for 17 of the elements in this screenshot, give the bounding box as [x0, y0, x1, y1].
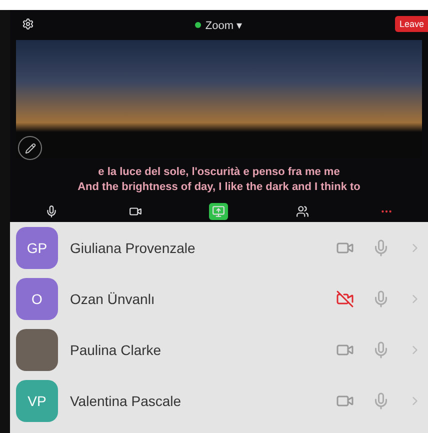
participant-name: Giuliana Provenzale	[70, 240, 196, 256]
initials-avatar: VP	[16, 380, 58, 422]
pencil-icon	[24, 142, 36, 154]
share-screen-button[interactable]	[209, 202, 228, 220]
initials-avatar: GP	[16, 226, 58, 268]
subtitle-line: e la luce del sole, l'oscurità e penso fra me me	[98, 166, 340, 178]
leave-button[interactable]: Leave	[395, 16, 428, 32]
participant-name: Paulina Clarke	[70, 342, 162, 358]
subtitle-line: And the brightness of day, I like the dark and I think to	[78, 180, 360, 192]
settings-icon[interactable]	[22, 18, 34, 30]
participant-name: Valentina Pascale	[70, 392, 182, 408]
participant-name: Ozan Ünvanlı	[70, 290, 156, 306]
avatar-placeholder	[16, 328, 58, 370]
pencil-button[interactable]	[18, 136, 42, 160]
initials-avatar: O	[16, 278, 58, 320]
meeting-title[interactable]: Zoom ▾	[195, 18, 243, 32]
video-off-icon[interactable]	[336, 290, 354, 308]
